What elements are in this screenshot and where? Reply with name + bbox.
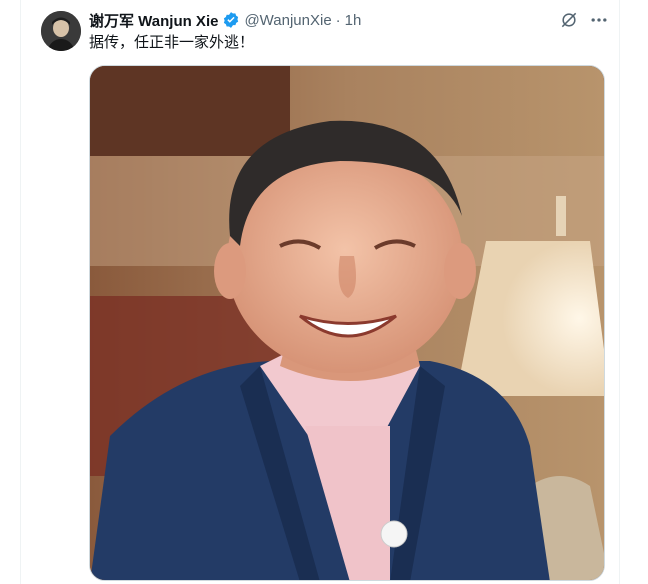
more-icon[interactable] [589, 10, 609, 30]
tweet-card[interactable]: 谢万军 Wanjun Xie @WanjunXie · 1h 据传，任正非一家外… [20, 0, 620, 584]
tweet-text: 据传，任正非一家外逃！ [89, 34, 255, 51]
grok-icon[interactable] [559, 10, 579, 30]
tweet-photo[interactable] [89, 65, 605, 581]
avatar-photo [41, 11, 81, 51]
author-handle[interactable]: @WanjunXie [244, 12, 331, 29]
verified-badge-icon [222, 11, 240, 29]
tweet-header: 谢万军 Wanjun Xie @WanjunXie · 1h [89, 10, 361, 30]
author-name[interactable]: 谢万军 Wanjun Xie [89, 10, 218, 31]
timestamp[interactable]: 1h [345, 12, 362, 29]
avatar[interactable] [41, 11, 81, 51]
separator-dot: · [335, 11, 341, 29]
